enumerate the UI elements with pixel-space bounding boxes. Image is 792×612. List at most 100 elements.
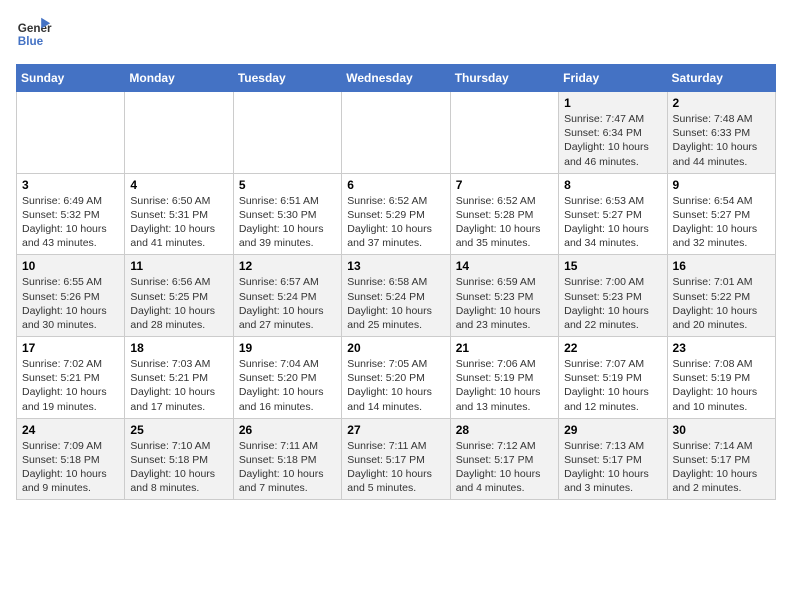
day-number: 25 — [130, 423, 227, 437]
calendar-cell: 4 Sunrise: 6:50 AM Sunset: 5:31 PM Daylig… — [125, 173, 233, 255]
day-number: 23 — [673, 341, 770, 355]
day-info: Sunrise: 7:14 AM Sunset: 5:17 PM Dayligh… — [673, 439, 770, 496]
calendar-cell: 9 Sunrise: 6:54 AM Sunset: 5:27 PM Daylig… — [667, 173, 775, 255]
logo: General Blue — [16, 16, 52, 52]
day-info: Sunrise: 7:13 AM Sunset: 5:17 PM Dayligh… — [564, 439, 661, 496]
day-info: Sunrise: 6:49 AM Sunset: 5:32 PM Dayligh… — [22, 194, 119, 251]
calendar-cell: 11 Sunrise: 6:56 AM Sunset: 5:25 PM Dayli… — [125, 255, 233, 337]
calendar-cell: 8Sunrise: 6:53 AM Sunset: 5:27 PM Daylig… — [559, 173, 667, 255]
day-info: Sunrise: 7:07 AM Sunset: 5:19 PM Dayligh… — [564, 357, 661, 414]
calendar-cell: 15 Sunrise: 7:00 AM Sunset: 5:23 PM Dayli… — [559, 255, 667, 337]
calendar-cell: 23 Sunrise: 7:08 AM Sunset: 5:19 PM Dayli… — [667, 337, 775, 419]
day-number: 22 — [564, 341, 661, 355]
calendar-cell: 17 Sunrise: 7:02 AM Sunset: 5:21 PM Dayli… — [17, 337, 125, 419]
day-info: Sunrise: 7:02 AM Sunset: 5:21 PM Dayligh… — [22, 357, 119, 414]
day-number: 9 — [673, 178, 770, 192]
day-info: Sunrise: 7:48 AM Sunset: 6:33 PM Dayligh… — [673, 112, 770, 169]
day-number: 28 — [456, 423, 553, 437]
day-number: 18 — [130, 341, 227, 355]
calendar-week-2: 3 Sunrise: 6:49 AM Sunset: 5:32 PM Daylig… — [17, 173, 776, 255]
calendar-cell: 21Sunrise: 7:06 AM Sunset: 5:19 PM Dayli… — [450, 337, 558, 419]
calendar-cell: 12 Sunrise: 6:57 AM Sunset: 5:24 PM Dayli… — [233, 255, 341, 337]
calendar-cell: 3 Sunrise: 6:49 AM Sunset: 5:32 PM Daylig… — [17, 173, 125, 255]
day-info: Sunrise: 6:58 AM Sunset: 5:24 PM Dayligh… — [347, 275, 444, 332]
calendar-week-4: 17 Sunrise: 7:02 AM Sunset: 5:21 PM Dayli… — [17, 337, 776, 419]
day-number: 20 — [347, 341, 444, 355]
day-number: 3 — [22, 178, 119, 192]
weekday-header-row: SundayMondayTuesdayWednesdayThursdayFrid… — [17, 65, 776, 92]
calendar-cell: 27Sunrise: 7:11 AM Sunset: 5:17 PM Dayli… — [342, 418, 450, 500]
day-info: Sunrise: 6:55 AM Sunset: 5:26 PM Dayligh… — [22, 275, 119, 332]
day-number: 15 — [564, 259, 661, 273]
day-info: Sunrise: 7:03 AM Sunset: 5:21 PM Dayligh… — [130, 357, 227, 414]
day-number: 1 — [564, 96, 661, 110]
day-number: 10 — [22, 259, 119, 273]
svg-text:Blue: Blue — [18, 35, 44, 48]
weekday-header-saturday: Saturday — [667, 65, 775, 92]
day-number: 12 — [239, 259, 336, 273]
day-info: Sunrise: 7:00 AM Sunset: 5:23 PM Dayligh… — [564, 275, 661, 332]
day-info: Sunrise: 6:54 AM Sunset: 5:27 PM Dayligh… — [673, 194, 770, 251]
calendar-cell: 16Sunrise: 7:01 AM Sunset: 5:22 PM Dayli… — [667, 255, 775, 337]
calendar-cell: 24 Sunrise: 7:09 AM Sunset: 5:18 PM Dayli… — [17, 418, 125, 500]
day-info: Sunrise: 7:09 AM Sunset: 5:18 PM Dayligh… — [22, 439, 119, 496]
day-info: Sunrise: 7:10 AM Sunset: 5:18 PM Dayligh… — [130, 439, 227, 496]
weekday-header-thursday: Thursday — [450, 65, 558, 92]
day-info: Sunrise: 6:57 AM Sunset: 5:24 PM Dayligh… — [239, 275, 336, 332]
calendar-cell: 26 Sunrise: 7:11 AM Sunset: 5:18 PM Dayli… — [233, 418, 341, 500]
day-number: 13 — [347, 259, 444, 273]
day-number: 14 — [456, 259, 553, 273]
day-info: Sunrise: 7:12 AM Sunset: 5:17 PM Dayligh… — [456, 439, 553, 496]
day-number: 30 — [673, 423, 770, 437]
day-info: Sunrise: 6:50 AM Sunset: 5:31 PM Dayligh… — [130, 194, 227, 251]
calendar-cell: 18 Sunrise: 7:03 AM Sunset: 5:21 PM Dayli… — [125, 337, 233, 419]
calendar-cell: 29Sunrise: 7:13 AM Sunset: 5:17 PM Dayli… — [559, 418, 667, 500]
calendar-cell: 2Sunrise: 7:48 AM Sunset: 6:33 PM Daylig… — [667, 92, 775, 174]
day-info: Sunrise: 7:06 AM Sunset: 5:19 PM Dayligh… — [456, 357, 553, 414]
calendar-cell: 30 Sunrise: 7:14 AM Sunset: 5:17 PM Dayli… — [667, 418, 775, 500]
calendar-week-3: 10 Sunrise: 6:55 AM Sunset: 5:26 PM Dayli… — [17, 255, 776, 337]
day-number: 24 — [22, 423, 119, 437]
day-number: 11 — [130, 259, 227, 273]
calendar-cell: 7 Sunrise: 6:52 AM Sunset: 5:28 PM Daylig… — [450, 173, 558, 255]
calendar-cell — [233, 92, 341, 174]
day-number: 5 — [239, 178, 336, 192]
calendar-cell: 5 Sunrise: 6:51 AM Sunset: 5:30 PM Daylig… — [233, 173, 341, 255]
calendar-cell: 13 Sunrise: 6:58 AM Sunset: 5:24 PM Dayli… — [342, 255, 450, 337]
calendar-table: SundayMondayTuesdayWednesdayThursdayFrid… — [16, 64, 776, 500]
calendar-cell: 1Sunrise: 7:47 AM Sunset: 6:34 PM Daylig… — [559, 92, 667, 174]
calendar-cell: 6Sunrise: 6:52 AM Sunset: 5:29 PM Daylig… — [342, 173, 450, 255]
weekday-header-monday: Monday — [125, 65, 233, 92]
weekday-header-sunday: Sunday — [17, 65, 125, 92]
calendar-cell: 22 Sunrise: 7:07 AM Sunset: 5:19 PM Dayli… — [559, 337, 667, 419]
day-number: 4 — [130, 178, 227, 192]
weekday-header-wednesday: Wednesday — [342, 65, 450, 92]
calendar-cell — [17, 92, 125, 174]
day-info: Sunrise: 6:56 AM Sunset: 5:25 PM Dayligh… — [130, 275, 227, 332]
calendar-week-1: 1Sunrise: 7:47 AM Sunset: 6:34 PM Daylig… — [17, 92, 776, 174]
day-info: Sunrise: 7:11 AM Sunset: 5:18 PM Dayligh… — [239, 439, 336, 496]
day-number: 7 — [456, 178, 553, 192]
day-number: 17 — [22, 341, 119, 355]
calendar-cell — [125, 92, 233, 174]
calendar-cell — [450, 92, 558, 174]
day-info: Sunrise: 6:53 AM Sunset: 5:27 PM Dayligh… — [564, 194, 661, 251]
day-info: Sunrise: 6:59 AM Sunset: 5:23 PM Dayligh… — [456, 275, 553, 332]
day-number: 26 — [239, 423, 336, 437]
calendar-cell: 28 Sunrise: 7:12 AM Sunset: 5:17 PM Dayli… — [450, 418, 558, 500]
calendar-cell: 10 Sunrise: 6:55 AM Sunset: 5:26 PM Dayli… — [17, 255, 125, 337]
calendar-week-5: 24 Sunrise: 7:09 AM Sunset: 5:18 PM Dayli… — [17, 418, 776, 500]
calendar-cell: 19 Sunrise: 7:04 AM Sunset: 5:20 PM Dayli… — [233, 337, 341, 419]
calendar-cell: 25 Sunrise: 7:10 AM Sunset: 5:18 PM Dayli… — [125, 418, 233, 500]
weekday-header-friday: Friday — [559, 65, 667, 92]
logo-icon: General Blue — [16, 16, 52, 52]
day-info: Sunrise: 6:52 AM Sunset: 5:28 PM Dayligh… — [456, 194, 553, 251]
day-info: Sunrise: 7:04 AM Sunset: 5:20 PM Dayligh… — [239, 357, 336, 414]
calendar-cell: 20Sunrise: 7:05 AM Sunset: 5:20 PM Dayli… — [342, 337, 450, 419]
day-info: Sunrise: 7:08 AM Sunset: 5:19 PM Dayligh… — [673, 357, 770, 414]
day-number: 6 — [347, 178, 444, 192]
day-number: 16 — [673, 259, 770, 273]
day-number: 19 — [239, 341, 336, 355]
day-info: Sunrise: 6:51 AM Sunset: 5:30 PM Dayligh… — [239, 194, 336, 251]
calendar-cell — [342, 92, 450, 174]
